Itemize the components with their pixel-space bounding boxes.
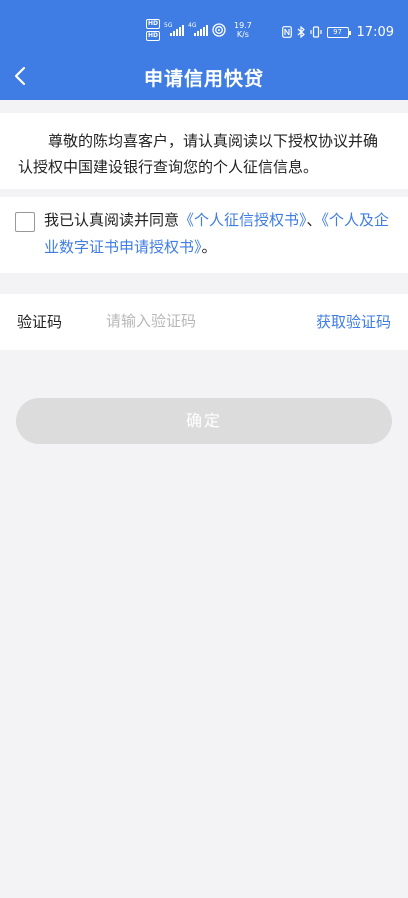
network-speed: 19.7 K/s (234, 21, 252, 39)
signal-icon-1: 5G (164, 22, 185, 36)
signal-icon-2: 4G (188, 22, 209, 36)
hd-indicators: HD HD (146, 19, 161, 41)
agree-checkbox[interactable] (15, 212, 35, 232)
network-label-2: 4G (188, 22, 197, 29)
battery-icon: 97 (326, 26, 351, 38)
nfc-icon (281, 26, 292, 38)
vibrate-icon (309, 26, 322, 38)
credit-authorization-link[interactable]: 《个人征信授权书》 (179, 211, 307, 229)
page-title: 申请信用快贷 (143, 68, 264, 90)
status-bar: HD HD 5G 4G 19.7 K/s 97 17:09 (0, 0, 408, 52)
agreement-separator: 、 (306, 211, 322, 229)
agreement-suffix: 。 (201, 238, 217, 256)
speed-unit: K/s (236, 30, 249, 39)
network-label-1: 5G (164, 22, 173, 29)
bluetooth-icon (297, 26, 305, 38)
hd-badge-2: HD (146, 31, 161, 41)
verification-row: 验证码 获取验证码 (0, 294, 408, 350)
status-bar-right: 97 17:09 (281, 22, 394, 42)
verification-label: 验证码 (17, 313, 63, 331)
agreement-text: 我已认真阅读并同意《个人征信授权书》、《个人及企业数字证书申请授权书》。 (44, 207, 396, 261)
agreement-prefix: 我已认真阅读并同意 (44, 211, 180, 229)
hotspot-icon (212, 23, 226, 37)
agreement-section: 我已认真阅读并同意《个人征信授权书》、《个人及企业数字证书申请授权书》。 (0, 197, 408, 273)
verification-code-input[interactable] (106, 306, 296, 336)
speed-value: 19.7 (234, 21, 252, 30)
clock: 17:09 (356, 24, 394, 40)
get-code-button[interactable]: 获取验证码 (316, 311, 391, 332)
status-bar-left: HD HD 5G 4G 19.7 K/s (146, 17, 252, 43)
confirm-button[interactable]: 确定 (16, 398, 392, 444)
hd-badge-1: HD (146, 19, 161, 29)
intro-text: 尊敬的陈均喜客户，请认真阅读以下授权协议并确认授权中国建设银行查询您的个人征信信… (0, 113, 408, 189)
nav-bar: 申请信用快贷 (0, 52, 408, 100)
